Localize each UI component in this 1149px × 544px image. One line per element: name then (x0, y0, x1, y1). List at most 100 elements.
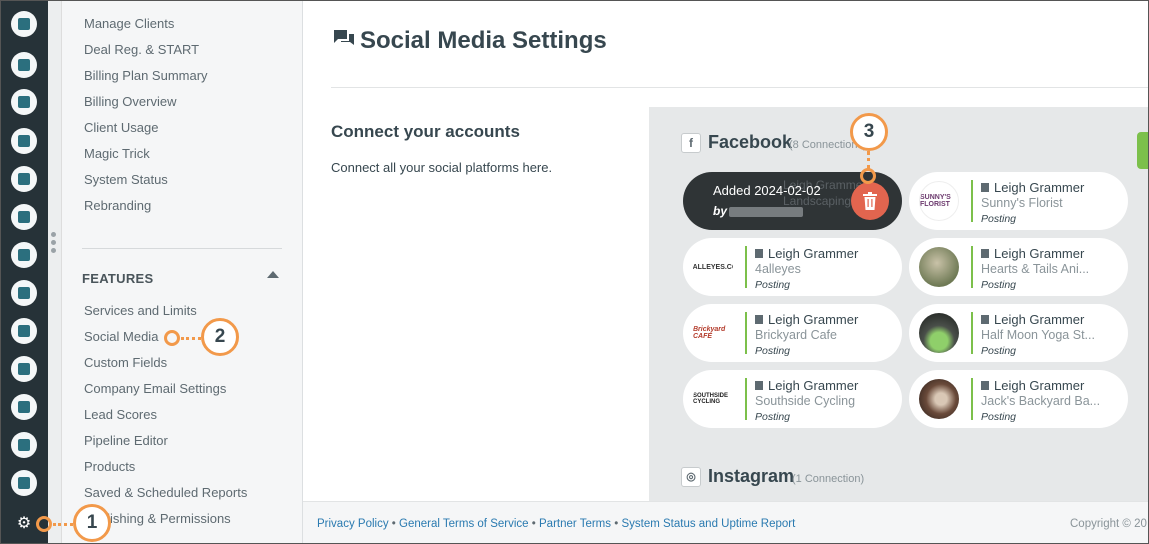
card-status: Posting (755, 279, 791, 291)
thumbs-up-icon[interactable] (11, 128, 37, 154)
menu-item-billing-overview[interactable]: Billing Overview (84, 94, 176, 109)
menu-item-magic-trick[interactable]: Magic Trick (84, 146, 150, 161)
page-logo: 4ALLEYES.CO (693, 247, 733, 287)
card-user-name: Leigh Grammer (768, 378, 859, 393)
image-icon[interactable] (11, 204, 37, 230)
callout-connector (867, 151, 870, 169)
megaphone-icon[interactable] (11, 52, 37, 78)
callout-ring (164, 330, 180, 346)
callout-connector (181, 337, 201, 340)
menu-item-custom-fields[interactable]: Custom Fields (84, 355, 167, 370)
card-user: Leigh Grammer (755, 312, 858, 327)
connect-heading: Connect your accounts (331, 122, 520, 141)
status-bar (745, 246, 747, 288)
contacts-list-icon[interactable] (11, 11, 37, 37)
status-bar (745, 378, 747, 420)
footer-links: Privacy Policy • General Terms of Servic… (317, 518, 795, 530)
features-heading[interactable]: FEATURES (82, 271, 154, 286)
settings-sidebar: Manage Clients Deal Reg. & START Billing… (62, 1, 303, 543)
menu-item-deal-reg[interactable]: Deal Reg. & START (84, 42, 199, 57)
card-user-name: Leigh Grammer (994, 312, 1085, 327)
footer-separator: • (614, 518, 619, 530)
menu-item-billing-plan[interactable]: Billing Plan Summary (84, 68, 208, 83)
sidebar-resize-handle[interactable] (48, 1, 62, 543)
redacted-name (729, 207, 803, 217)
status-bar (971, 180, 973, 222)
card-page: 4alleyes (755, 262, 801, 276)
trend-chart-icon[interactable] (11, 318, 37, 344)
menu-item-products[interactable]: Products (84, 459, 135, 474)
add-user-icon[interactable] (11, 394, 37, 420)
card-user-name: Leigh Grammer (768, 246, 859, 261)
card-status: Posting (981, 213, 1017, 225)
card-page: Jack's Backyard Ba... (981, 394, 1101, 408)
calendar-icon[interactable] (11, 242, 37, 268)
page-photo (919, 247, 959, 287)
add-connection-button[interactable] (1137, 132, 1148, 169)
connection-card[interactable]: SUNNY'S FLORIST Leigh Grammer Sunny's Fl… (909, 172, 1128, 230)
building-icon (755, 381, 763, 390)
main-content: Social Media Settings Connect your accou… (303, 1, 1148, 543)
plug-icon[interactable] (11, 470, 37, 496)
connection-card[interactable]: SOUTHSIDE CYCLING Leigh Grammer Southsid… (683, 370, 902, 428)
chat-icon[interactable] (11, 89, 37, 115)
connect-description: Connect all your social platforms here. (331, 160, 553, 175)
menu-item-manage-clients[interactable]: Manage Clients (84, 16, 174, 31)
connection-card[interactable]: Leigh Grammer Jack's Backyard Ba... Post… (909, 370, 1128, 428)
partner-terms-link[interactable]: Partner Terms (539, 518, 611, 530)
drag-handle-icon (51, 232, 57, 256)
callout-ring (36, 516, 52, 532)
menu-item-services-limits[interactable]: Services and Limits (84, 303, 197, 318)
building-icon (981, 315, 989, 324)
card-status: Posting (981, 279, 1017, 291)
added-date: Added 2024-02-02 (713, 183, 821, 198)
menu-item-social-media[interactable]: Social Media (84, 329, 158, 344)
footer-separator: • (531, 518, 536, 530)
gear-icon[interactable]: ⚙ (15, 515, 33, 533)
facebook-title: Facebook (708, 132, 793, 152)
page-logo: SOUTHSIDE CYCLING (693, 379, 733, 419)
menu-item-client-usage[interactable]: Client Usage (84, 120, 158, 135)
connection-card[interactable]: 4ALLEYES.CO Leigh Grammer 4alleyes Posti… (683, 238, 902, 296)
terms-of-service-link[interactable]: General Terms of Service (399, 518, 529, 530)
building-icon (981, 183, 989, 192)
card-user: Leigh Grammer (981, 180, 1084, 195)
page-photo (919, 313, 959, 353)
connection-card[interactable]: Leigh Grammer Hearts & Tails Ani... Post… (909, 238, 1128, 296)
menu-item-lead-scores[interactable]: Lead Scores (84, 407, 157, 422)
card-user-name: Leigh Grammer (994, 180, 1085, 195)
menu-item-pipeline-editor[interactable]: Pipeline Editor (84, 433, 168, 448)
delete-connection-button[interactable] (851, 182, 889, 220)
card-user-name: Leigh Grammer (768, 312, 859, 327)
card-page: Hearts & Tails Ani... (981, 262, 1090, 276)
building-icon (755, 249, 763, 258)
menu-item-saved-reports[interactable]: Saved & Scheduled Reports (84, 485, 247, 500)
system-status-link[interactable]: System Status and Uptime Report (621, 518, 795, 530)
instagram-icon: ◎ (681, 467, 701, 487)
card-status: Posting (755, 345, 791, 357)
card-page: Southside Cycling (755, 394, 856, 408)
bar-chart-icon[interactable] (11, 432, 37, 458)
privacy-policy-link[interactable]: Privacy Policy (317, 518, 389, 530)
menu-item-system-status[interactable]: System Status (84, 172, 168, 187)
menu-item-rebranding[interactable]: Rebranding (84, 198, 151, 213)
card-status: Posting (981, 345, 1017, 357)
connection-card[interactable]: Leigh Grammer Half Moon Yoga St... Posti… (909, 304, 1128, 362)
status-bar (971, 312, 973, 354)
building-icon (981, 249, 989, 258)
collapse-caret-icon[interactable] (267, 271, 279, 278)
tv-icon[interactable] (11, 166, 37, 192)
status-bar (745, 312, 747, 354)
callout-3: 3 (850, 113, 888, 151)
card-user: Leigh Grammer (755, 246, 858, 261)
menu-item-company-email[interactable]: Company Email Settings (84, 381, 226, 396)
connection-card[interactable]: Brickyard CAFE Leigh Grammer Brickyard C… (683, 304, 902, 362)
card-user: Leigh Grammer (755, 378, 858, 393)
facebook-icon: f (681, 133, 701, 153)
handshake-icon[interactable] (11, 280, 37, 306)
status-bar (971, 378, 973, 420)
card-user-name: Leigh Grammer (994, 246, 1085, 261)
headset-icon[interactable] (11, 356, 37, 382)
chat-bubbles-icon (334, 30, 354, 45)
footer: Privacy Policy • General Terms of Servic… (303, 501, 1148, 543)
